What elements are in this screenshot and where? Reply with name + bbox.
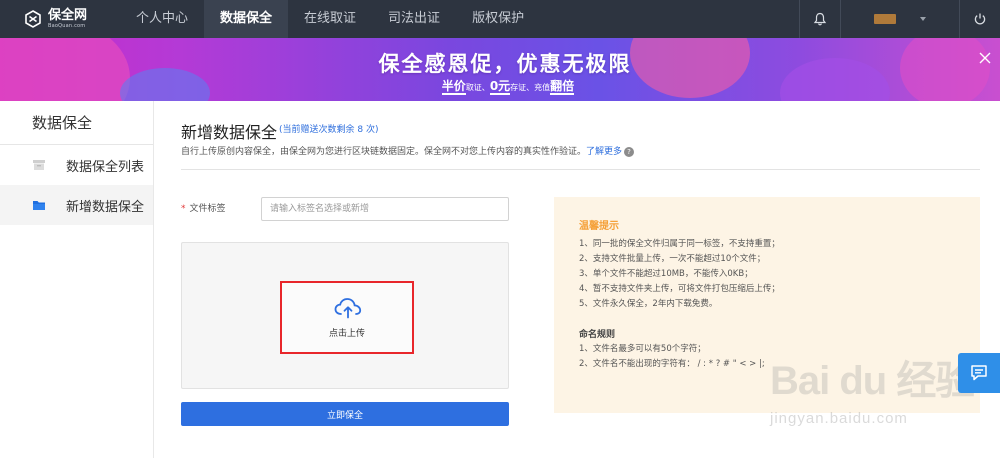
page-description: 自行上传原创内容保全，由保全网为您进行区块链数据固定。保全网不对您上传内容的真实…: [181, 144, 635, 157]
rule-item: 2、文件名不能出现的字符有： / : * ? # " < > |;: [579, 359, 765, 369]
remaining-count-note: (当前赠送次数剩余 8 次): [279, 125, 379, 135]
cloud-upload-icon: [334, 298, 362, 319]
tips-list: 1、同一批的保全文件归属于同一标签，不支持重置； 2、支持文件批量上传，一次不能…: [579, 237, 780, 312]
top-navbar: 保全网 BaoQuan.com 个人中心 数据保全 在线取证 司法出证 版权保护: [0, 0, 1000, 38]
power-icon: [974, 13, 986, 25]
watermark-main: Bai du 经验: [770, 359, 975, 403]
tip-item: 2、支持文件批量上传，一次不能超过10个文件；: [579, 254, 766, 264]
nav-item-judicial-certificate[interactable]: 司法出证: [372, 0, 456, 38]
banner-sub-text: 取证、: [465, 83, 490, 92]
sidebar: 数据保全 数据保全列表 新增数据保全: [0, 101, 153, 458]
box-icon: [33, 160, 45, 170]
watermark-sub: jingyan.baidu.com: [770, 410, 908, 427]
nav-item-copyright-protection[interactable]: 版权保护: [456, 0, 540, 38]
customer-service-button[interactable]: [958, 353, 1000, 393]
bell-icon: [813, 12, 827, 26]
tip-item: 3、单个文件不能超过10MB，不能传入0KB；: [579, 269, 753, 279]
file-tag-label-text: 文件标签: [189, 204, 226, 214]
file-tag-input[interactable]: [261, 197, 509, 221]
promo-banner[interactable]: 保全感恩促，优惠无极限 半价取证、0元存证、充值翻倍: [0, 38, 1000, 101]
tip-item: 5、文件永久保全，2年内下载免费。: [579, 299, 718, 309]
chat-icon: [971, 365, 987, 381]
banner-highlight: 翻倍: [550, 79, 575, 95]
sidebar-title: 数据保全: [0, 101, 153, 145]
banner-sub-text: 存证、充值: [510, 83, 551, 92]
sidebar-item-new-preservation[interactable]: 新增数据保全: [0, 185, 153, 225]
banner-highlight: 0元: [489, 79, 511, 95]
logo-shield-icon: [25, 10, 41, 28]
user-menu[interactable]: [841, 0, 959, 38]
upload-label: 点击上传: [328, 329, 365, 339]
folder-icon: [33, 201, 45, 210]
tip-item: 1、同一批的保全文件归属于同一标签，不支持重置；: [579, 239, 780, 249]
sidebar-divider: [153, 101, 154, 458]
nav-item-online-evidence[interactable]: 在线取证: [288, 0, 372, 38]
sidebar-item-label: 数据保全列表: [66, 159, 145, 175]
naming-rules-title: 命名规则: [579, 330, 616, 340]
nav-item-personal-center[interactable]: 个人中心: [120, 0, 204, 38]
sidebar-item-label: 新增数据保全: [66, 199, 145, 215]
divider: [181, 169, 980, 170]
banner-title: 保全感恩促，优惠无极限: [378, 52, 632, 76]
tip-item: 4、暂不支持文件夹上传，可将文件打包压缩后上传；: [579, 284, 780, 294]
description-text: 自行上传原创内容保全，由保全网为您进行区块链数据固定。保全网不对您上传内容的真实…: [181, 147, 587, 157]
close-icon[interactable]: [978, 51, 992, 65]
main-nav: 个人中心 数据保全 在线取证 司法出证 版权保护: [120, 0, 540, 38]
file-tag-label: * 文件标签: [181, 201, 226, 214]
required-mark: *: [181, 204, 186, 214]
tips-title: 温馨提示: [579, 221, 619, 232]
brand-logo[interactable]: 保全网 BaoQuan.com: [0, 0, 120, 38]
sidebar-item-preservation-list[interactable]: 数据保全列表: [0, 145, 153, 185]
learn-more-link[interactable]: 了解更多: [586, 147, 622, 157]
help-icon[interactable]: ?: [624, 146, 635, 157]
rule-item: 1、文件名最多可以有50个字符；: [579, 344, 706, 354]
page-title: 新增数据保全: [181, 123, 278, 142]
notification-button[interactable]: [800, 0, 840, 38]
logout-button[interactable]: [960, 0, 1000, 38]
banner-subtitle: 半价取证、0元存证、充值翻倍: [0, 77, 1000, 95]
banner-highlight: 半价: [441, 79, 466, 95]
upload-button[interactable]: 点击上传: [280, 281, 414, 354]
submit-preservation-button[interactable]: 立即保全: [181, 402, 509, 426]
naming-rules-list: 1、文件名最多可以有50个字符； 2、文件名不能出现的字符有： / : * ? …: [579, 342, 765, 372]
upload-area[interactable]: 点击上传: [181, 242, 509, 389]
brand-domain: BaoQuan.com: [48, 23, 86, 29]
nav-item-data-preservation[interactable]: 数据保全: [204, 0, 289, 38]
avatar: [874, 14, 896, 24]
brand-name: 保全网: [48, 8, 88, 23]
chevron-down-icon: [920, 17, 926, 21]
